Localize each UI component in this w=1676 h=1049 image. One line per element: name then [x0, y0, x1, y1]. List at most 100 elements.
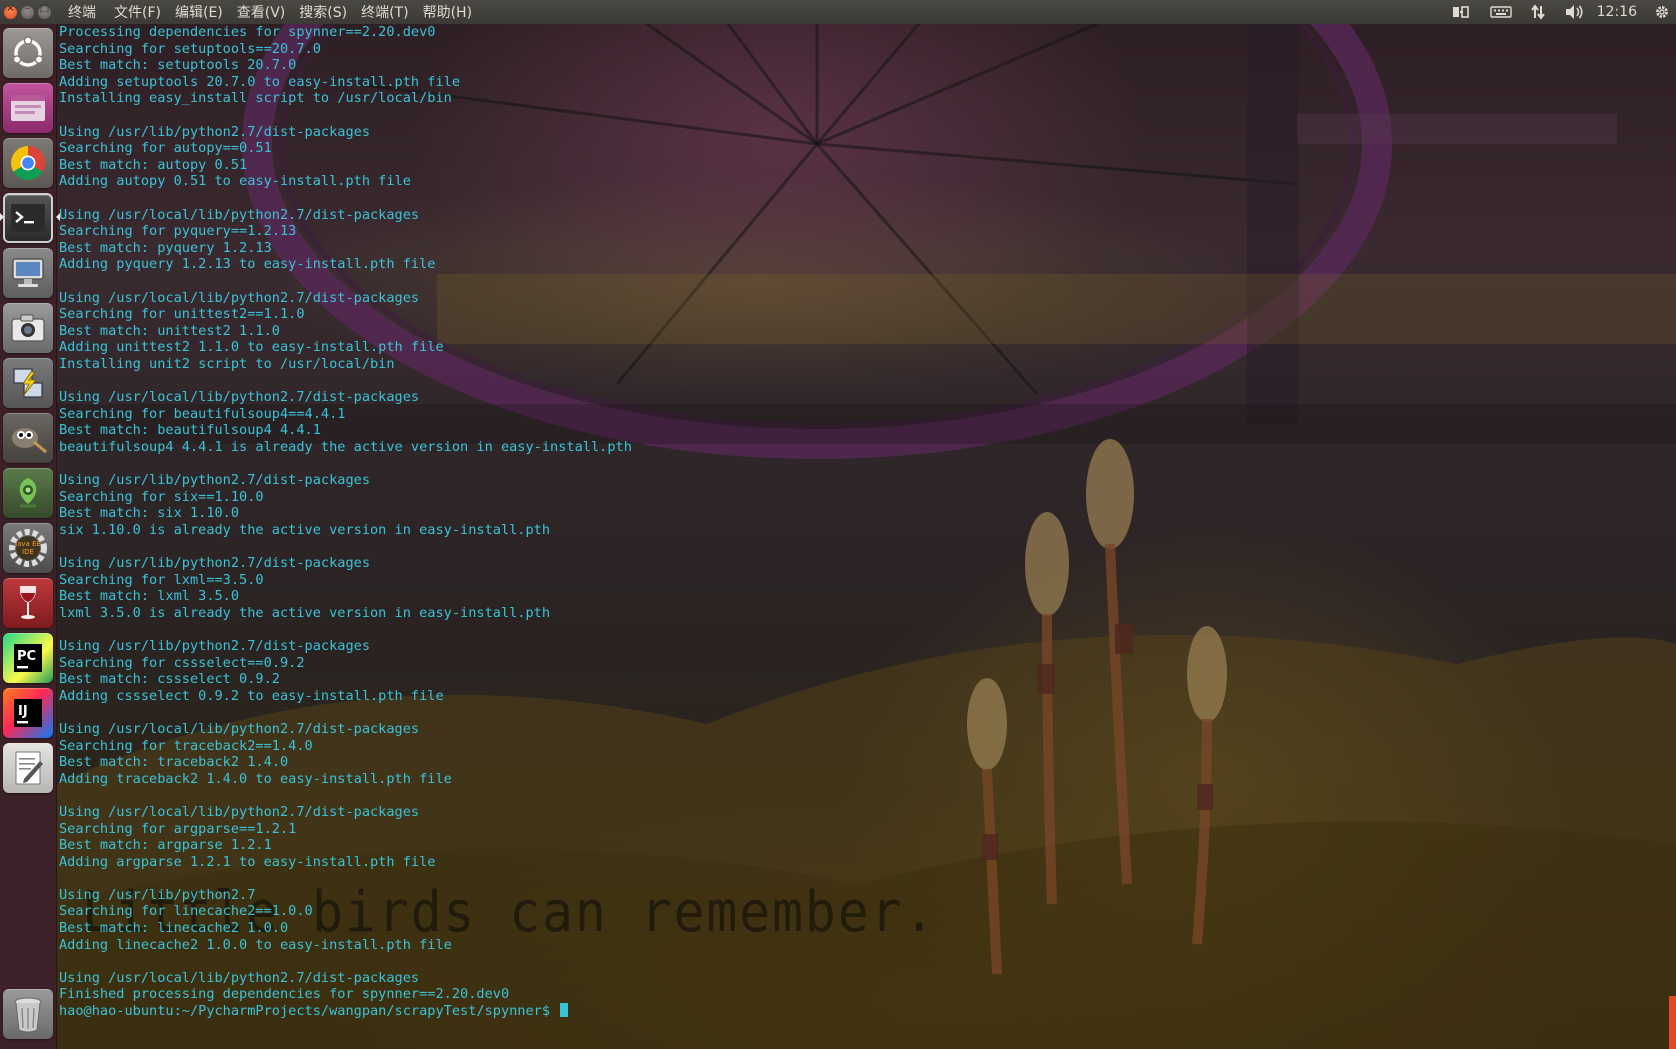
launcher-trash[interactable]	[3, 989, 53, 1039]
terminal-line: Adding setuptools 20.7.0 to easy-install…	[59, 73, 461, 90]
terminal-scrollbar[interactable]	[1669, 996, 1676, 1049]
wine-glass-icon	[13, 583, 43, 623]
keyboard-icon[interactable]	[1489, 5, 1512, 19]
camera-icon	[9, 312, 47, 344]
menu-help[interactable]: 帮助(H)	[416, 2, 479, 22]
network-icon[interactable]	[1530, 4, 1546, 20]
terminal-line: Searching for traceback2==1.4.0	[59, 737, 313, 754]
terminal-output[interactable]: Processing dependencies for spynner==2.2…	[59, 24, 632, 1020]
launcher-gimp[interactable]	[3, 413, 53, 463]
terminal-line: Processing dependencies for spynner==2.2…	[59, 24, 436, 40]
terminal-line: Searching for pyquery==1.2.13	[59, 223, 297, 240]
terminal-icon	[10, 203, 46, 233]
android-icon	[10, 474, 46, 512]
terminal-line: Finished processing dependencies for spy…	[59, 986, 510, 1003]
launcher-pycharm[interactable]: PC	[3, 633, 53, 683]
terminal-line: Best match: unittest2 1.1.0	[59, 322, 280, 339]
terminal-line: Searching for argparse==1.2.1	[59, 820, 297, 837]
terminal-line: Best match: beautifulsoup4 4.4.1	[59, 422, 321, 439]
terminal-line: Adding cssselect 0.9.2 to easy-install.p…	[59, 687, 444, 704]
intellij-label: IJ	[18, 704, 28, 719]
files-icon	[9, 91, 47, 125]
terminal-line: six 1.10.0 is already the active version…	[59, 521, 551, 538]
terminal-line: Using /usr/lib/python2.7/dist-packages	[59, 555, 370, 571]
launcher-chrome[interactable]	[3, 138, 53, 188]
terminal-line: Searching for cssselect==0.9.2	[59, 654, 305, 671]
trash-icon	[11, 994, 45, 1034]
minimize-window-button[interactable]: –	[21, 3, 34, 19]
launcher-files[interactable]	[3, 83, 53, 133]
terminal-line: Using /usr/local/lib/python2.7/dist-pack…	[59, 969, 420, 986]
ubuntu-logo-icon	[10, 35, 46, 71]
chrome-icon	[8, 143, 48, 183]
launcher-remote-desktop[interactable]	[3, 248, 53, 298]
java-ee-label: Java EE	[14, 540, 41, 548]
launcher-dash-home[interactable]	[3, 28, 53, 78]
transfer-icon[interactable]	[1452, 5, 1472, 19]
monitor-icon	[9, 255, 47, 291]
terminal-line: Using /usr/lib/python2.7/dist-packages	[59, 472, 370, 489]
svg-text:IDE: IDE	[22, 548, 34, 556]
terminal-line: Searching for linecache2==1.0.0	[59, 903, 313, 920]
menu-edit[interactable]: 编辑(E)	[168, 2, 230, 22]
terminal-cursor	[560, 1003, 569, 1018]
terminal-line: Best match: linecache2 1.0.0	[59, 920, 289, 937]
terminal-line: Searching for beautifulsoup4==4.4.1	[59, 405, 346, 422]
maximize-icon: □	[39, 2, 50, 14]
settings-gear-icon[interactable]	[1654, 4, 1670, 20]
launcher-screenshot[interactable]	[3, 303, 53, 353]
terminal-line: Best match: pyquery 1.2.13	[59, 239, 272, 256]
gear-icon: Java EE IDE	[7, 527, 49, 569]
pycharm-label: PC	[17, 649, 36, 664]
menu-terminal[interactable]: 终端(T)	[354, 2, 415, 22]
close-icon: ×	[6, 2, 15, 14]
terminal-line: Best match: argparse 1.2.1	[59, 837, 272, 854]
launcher-android-studio[interactable]	[3, 468, 53, 518]
terminal-line: Using /usr/local/lib/python2.7/dist-pack…	[59, 389, 420, 406]
top-panel: × – □ 终端 文件(F) 编辑(E) 查看(V) 搜索(S) 终端(T) 帮…	[0, 0, 1676, 24]
system-tray: 12:16	[1443, 0, 1676, 24]
terminal-prompt-line[interactable]: hao@hao-ubuntu:~/PycharmProjects/wangpan…	[59, 1003, 632, 1020]
intellij-icon: IJ	[9, 694, 47, 732]
launcher-intellij[interactable]: IJ	[3, 688, 53, 738]
menu-file[interactable]: 文件(F)	[107, 2, 168, 22]
terminal-line: Searching for unittest2==1.1.0	[59, 306, 305, 323]
launcher-text-editor[interactable]	[3, 743, 53, 793]
terminal-line: Searching for setuptools==20.7.0	[59, 40, 321, 57]
gimp-icon	[8, 420, 48, 456]
menu-app-terminal[interactable]: 终端	[61, 2, 103, 22]
clock[interactable]: 12:16	[1597, 4, 1637, 20]
terminal-line: Installing unit2 script to /usr/local/bi…	[59, 355, 395, 372]
volume-icon[interactable]	[1564, 4, 1584, 20]
network-transfer-icon	[9, 364, 47, 402]
terminal-line: Searching for lxml==3.5.0	[59, 571, 264, 588]
terminal-line: Adding unittest2 1.1.0 to easy-install.p…	[59, 339, 444, 356]
menu-view[interactable]: 查看(V)	[230, 2, 293, 22]
launcher-wine[interactable]	[3, 578, 53, 628]
maximize-window-button[interactable]: □	[38, 2, 51, 19]
terminal-line: Using /usr/local/lib/python2.7/dist-pack…	[59, 803, 420, 820]
launcher-eclipse-javaee[interactable]: Java EE IDE	[3, 523, 53, 573]
terminal-line: beautifulsoup4 4.4.1 is already the acti…	[59, 438, 632, 455]
launcher-terminal[interactable]	[3, 193, 53, 243]
terminal-line: Adding argparse 1.2.1 to easy-install.pt…	[59, 853, 436, 870]
launcher-network-tool[interactable]	[3, 358, 53, 408]
terminal-line: Adding autopy 0.51 to easy-install.pth f…	[59, 173, 411, 190]
terminal-line: Best match: traceback2 1.4.0	[59, 754, 289, 771]
terminal-line: Installing easy_install script to /usr/l…	[59, 90, 452, 107]
terminal-line: Best match: setuptools 20.7.0	[59, 57, 297, 74]
close-window-button[interactable]: ×	[4, 2, 17, 19]
terminal-line: Searching for six==1.10.0	[59, 488, 264, 505]
terminal-line: Best match: autopy 0.51	[59, 156, 248, 173]
menu-search[interactable]: 搜索(S)	[292, 2, 354, 22]
text-editor-icon	[10, 749, 46, 787]
terminal-window[interactable]: Little birds can remember. Processing de…	[57, 24, 1676, 1049]
pycharm-icon: PC	[9, 639, 47, 677]
